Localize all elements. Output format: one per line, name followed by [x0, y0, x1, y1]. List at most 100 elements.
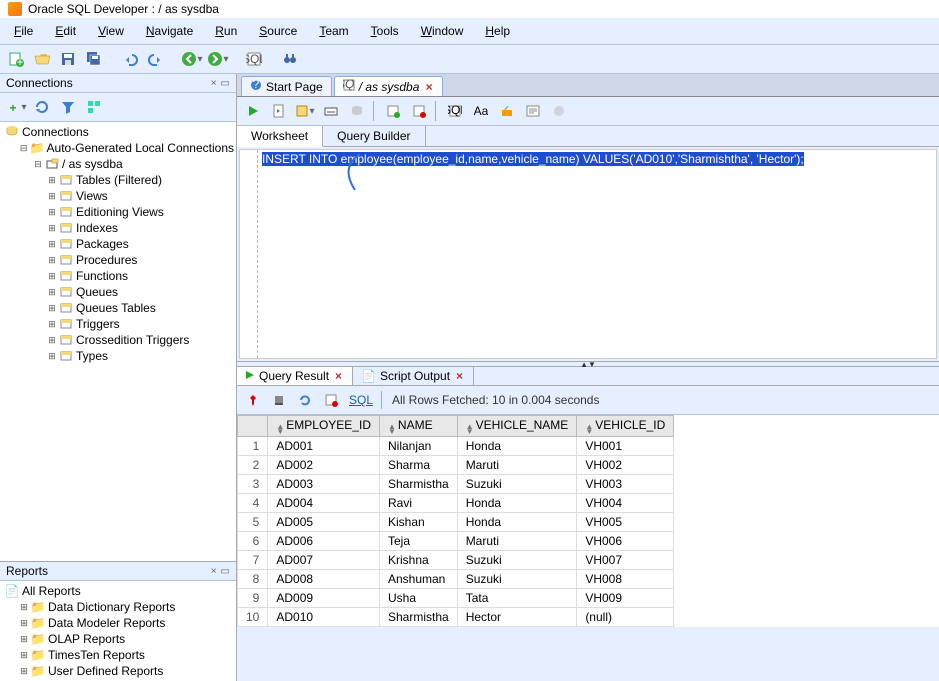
data-cell[interactable]: Maruti	[457, 456, 577, 475]
table-row[interactable]: 7AD007KrishnaSuzukiVH007	[238, 551, 674, 570]
menu-view[interactable]: View	[88, 20, 134, 42]
unshared-icon[interactable]: SQL	[443, 99, 467, 123]
back-icon[interactable]: ▾	[180, 47, 204, 71]
expand-toggle-icon[interactable]: ⊞	[18, 650, 30, 661]
sql-icon[interactable]: SQL	[242, 47, 266, 71]
data-cell[interactable]: AD009	[268, 589, 380, 608]
explain-plan-icon[interactable]: ▾	[293, 99, 317, 123]
tree-item[interactable]: ⊞Queues	[2, 284, 234, 300]
data-cell[interactable]: AD006	[268, 532, 380, 551]
report-item[interactable]: ⊞📁OLAP Reports	[2, 631, 234, 647]
open-icon[interactable]	[30, 47, 54, 71]
data-cell[interactable]: AD003	[268, 475, 380, 494]
expand-toggle-icon[interactable]: ⊞	[46, 335, 58, 346]
data-cell[interactable]: Hector	[457, 608, 577, 627]
close-panel-icon[interactable]: ×	[211, 566, 217, 577]
tree-item[interactable]: ⊞Crossedition Triggers	[2, 332, 234, 348]
data-cell[interactable]: (null)	[577, 608, 674, 627]
sql-editor[interactable]: INSERT INTO employee(employee_id,name,ve…	[239, 149, 937, 359]
result-grid[interactable]: ▲▼EMPLOYEE_ID▲▼NAME▲▼VEHICLE_NAME▲▼VEHIC…	[237, 415, 939, 627]
data-cell[interactable]: Honda	[457, 513, 577, 532]
worksheet-menu-icon[interactable]	[547, 99, 571, 123]
expand-toggle-icon[interactable]: ⊞	[18, 602, 30, 613]
expand-toggle-icon[interactable]: ⊞	[46, 351, 58, 362]
table-row[interactable]: 10AD010SharmisthaHector(null)	[238, 608, 674, 627]
expand-toggle-icon[interactable]: ⊞	[46, 255, 58, 266]
rollback-icon[interactable]	[407, 99, 431, 123]
forward-icon[interactable]: ▾	[206, 47, 230, 71]
data-cell[interactable]: Maruti	[457, 532, 577, 551]
tab-query-builder[interactable]: Query Builder	[323, 126, 425, 146]
data-cell[interactable]: Honda	[457, 437, 577, 456]
data-cell[interactable]: Tata	[457, 589, 577, 608]
tree-item[interactable]: ⊞Tables (Filtered)	[2, 172, 234, 188]
tree-item[interactable]: ⊞Functions	[2, 268, 234, 284]
data-cell[interactable]: Krishna	[379, 551, 457, 570]
save-all-icon[interactable]	[82, 47, 106, 71]
tree-root[interactable]: Connections	[2, 124, 234, 140]
report-item[interactable]: ⊞📁Data Dictionary Reports	[2, 599, 234, 615]
run-icon[interactable]	[241, 99, 265, 123]
data-cell[interactable]: Kishan	[379, 513, 457, 532]
column-header[interactable]: ▲▼VEHICLE_NAME	[457, 416, 577, 437]
data-cell[interactable]: VH002	[577, 456, 674, 475]
expand-toggle-icon[interactable]: ⊞	[46, 175, 58, 186]
sort-icon[interactable]: ▲▼	[585, 424, 593, 434]
data-cell[interactable]: VH009	[577, 589, 674, 608]
data-cell[interactable]: AD007	[268, 551, 380, 570]
tree-item[interactable]: ⊞Packages	[2, 236, 234, 252]
cancel-icon[interactable]	[319, 388, 343, 412]
table-row[interactable]: 1AD001NilanjanHondaVH001	[238, 437, 674, 456]
expand-toggle-icon[interactable]: ⊞	[46, 319, 58, 330]
sql-tuning-icon[interactable]	[381, 99, 405, 123]
table-row[interactable]: 8AD008AnshumanSuzukiVH008	[238, 570, 674, 589]
data-cell[interactable]: Suzuki	[457, 551, 577, 570]
rownum-header[interactable]	[238, 416, 268, 437]
data-cell[interactable]: VH001	[577, 437, 674, 456]
report-item[interactable]: ⊞📁User Defined Reports	[2, 663, 234, 679]
unpin-icon[interactable]	[267, 388, 291, 412]
tab-worksheet[interactable]: Worksheet	[237, 126, 323, 147]
close-tab-icon[interactable]: ×	[454, 369, 465, 383]
menu-tools[interactable]: Tools	[361, 20, 409, 42]
tree-item[interactable]: ⊞Indexes	[2, 220, 234, 236]
tree-item[interactable]: ⊞Views	[2, 188, 234, 204]
table-row[interactable]: 4AD004RaviHondaVH004	[238, 494, 674, 513]
column-header[interactable]: ▲▼NAME	[379, 416, 457, 437]
data-cell[interactable]: VH004	[577, 494, 674, 513]
table-row[interactable]: 3AD003SharmisthaSuzukiVH003	[238, 475, 674, 494]
table-row[interactable]: 9AD009UshaTataVH009	[238, 589, 674, 608]
data-cell[interactable]: AD002	[268, 456, 380, 475]
table-row[interactable]: 6AD006TejaMarutiVH006	[238, 532, 674, 551]
data-cell[interactable]: Sharma	[379, 456, 457, 475]
data-cell[interactable]: Honda	[457, 494, 577, 513]
tab-sysdba[interactable]: SQL / as sysdba ×	[334, 76, 444, 96]
expand-toggle-icon[interactable]: ⊞	[46, 239, 58, 250]
data-cell[interactable]: Nilanjan	[379, 437, 457, 456]
data-cell[interactable]: Suzuki	[457, 570, 577, 589]
minimize-panel-icon[interactable]: ▭	[221, 78, 230, 89]
data-cell[interactable]: Sharmistha	[379, 475, 457, 494]
table-row[interactable]: 2AD002SharmaMarutiVH002	[238, 456, 674, 475]
collapse-icon[interactable]	[82, 95, 106, 119]
redo-icon[interactable]	[144, 47, 168, 71]
menu-navigate[interactable]: Navigate	[136, 20, 203, 42]
minimize-panel-icon[interactable]: ▭	[221, 566, 230, 577]
tree-connection[interactable]: ⊟ / as sysdba	[2, 156, 234, 172]
data-cell[interactable]: Anshuman	[379, 570, 457, 589]
menu-run[interactable]: Run	[205, 20, 247, 42]
expand-toggle-icon[interactable]: ⊞	[18, 634, 30, 645]
report-item[interactable]: ⊞📁Data Modeler Reports	[2, 615, 234, 631]
sql-link[interactable]: SQL	[345, 393, 377, 407]
expand-toggle-icon[interactable]: ⊞	[18, 666, 30, 677]
to-upper-icon[interactable]: Aa	[469, 99, 493, 123]
tree-item[interactable]: ⊞Triggers	[2, 316, 234, 332]
data-cell[interactable]: AD008	[268, 570, 380, 589]
expand-toggle-icon[interactable]: ⊞	[18, 618, 30, 629]
tree-item[interactable]: ⊞Procedures	[2, 252, 234, 268]
tab-start-page[interactable]: ? Start Page	[241, 76, 332, 96]
expand-toggle-icon[interactable]: ⊟	[18, 143, 29, 154]
reports-tree[interactable]: 📄 All Reports ⊞📁Data Dictionary Reports⊞…	[0, 581, 236, 681]
data-cell[interactable]: Sharmistha	[379, 608, 457, 627]
close-tab-icon[interactable]: ×	[333, 369, 344, 383]
